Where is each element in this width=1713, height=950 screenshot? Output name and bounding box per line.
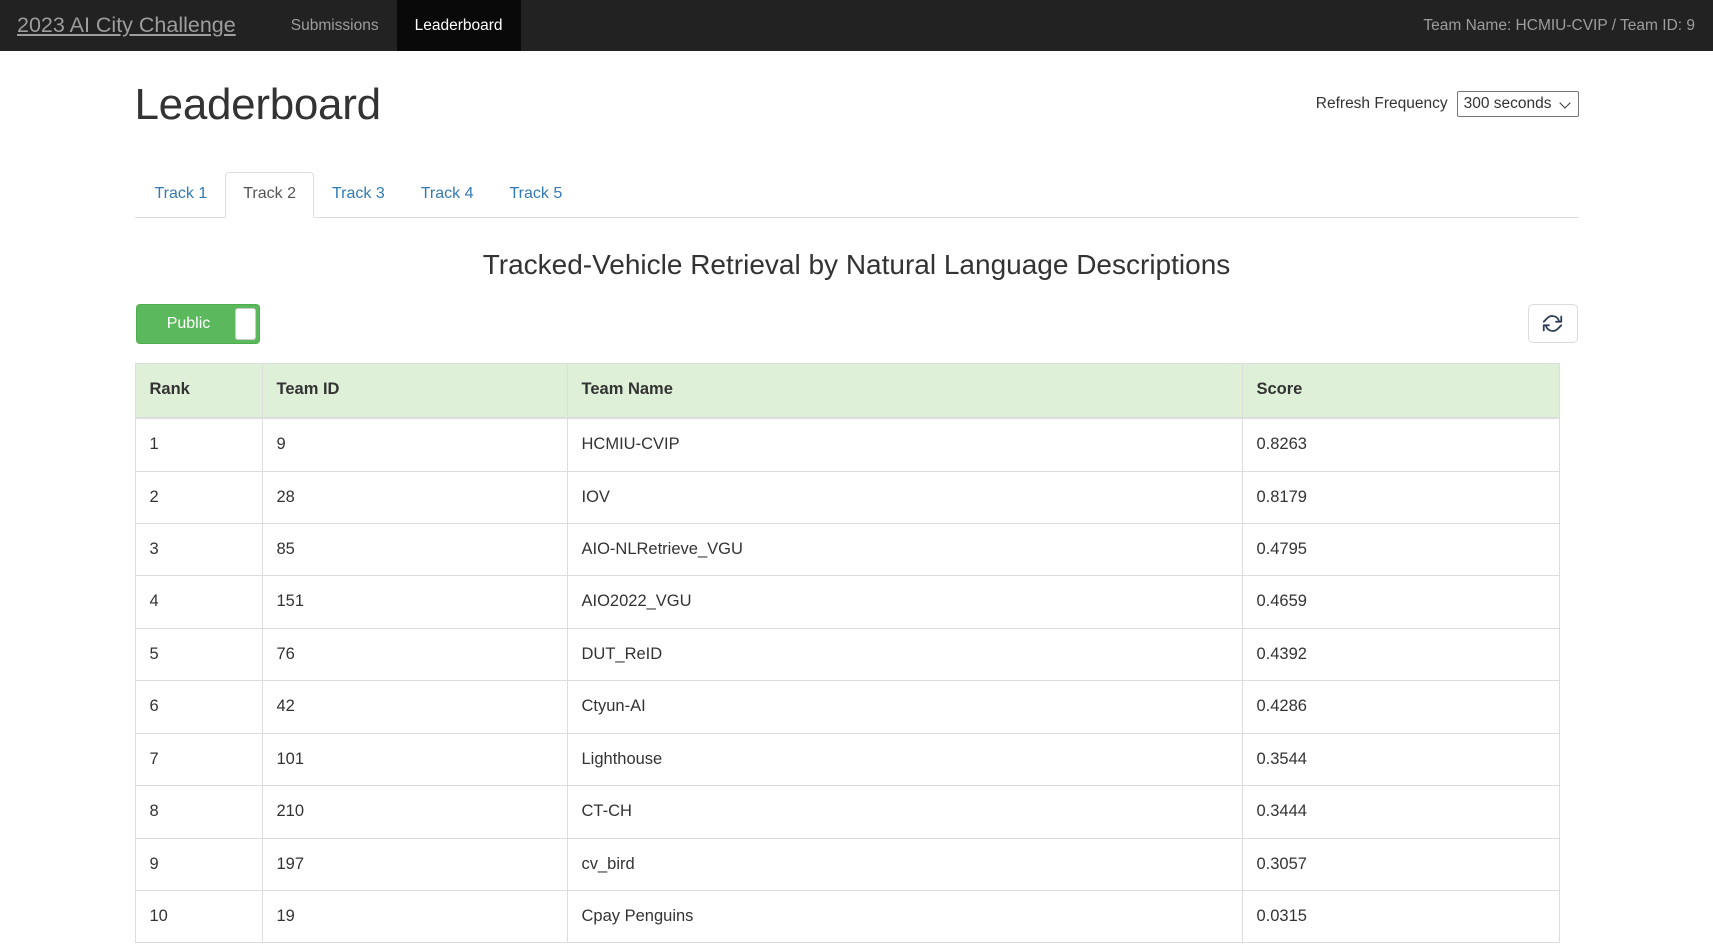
navbar-brand[interactable]: 2023 AI City Challenge — [1, 0, 252, 51]
column-header-team-name[interactable]: Team Name — [566, 362, 1243, 420]
cell-rank: 9 — [134, 837, 263, 891]
cell-team-id: 210 — [261, 785, 568, 839]
cell-rank: 4 — [134, 575, 263, 629]
cell-score: 0.4286 — [1241, 680, 1560, 734]
cell-rank: 10 — [134, 889, 263, 944]
cell-rank: 1 — [134, 417, 263, 472]
cell-team-name: Lighthouse — [566, 732, 1243, 787]
table-row: 3 85 AIO-NLRetrieve_VGU 0.4795 — [134, 522, 1560, 577]
tab-track-1[interactable]: Track 1 — [137, 172, 226, 218]
refresh-frequency-control: Refresh Frequency 300 seconds — [1316, 91, 1579, 129]
column-header-rank[interactable]: Rank — [134, 362, 263, 420]
cell-score: 0.8179 — [1241, 470, 1560, 524]
table-row: 9 197 cv_bird 0.3057 — [134, 837, 1560, 891]
cell-team-id: 101 — [261, 732, 568, 787]
page-header: Leaderboard Refresh Frequency 300 second… — [135, 51, 1579, 129]
table-header-row: Rank Team ID Team Name Score — [134, 362, 1560, 420]
cell-team-id: 42 — [261, 680, 568, 734]
table-body: 1 9 HCMIU-CVIP 0.8263 2 28 IOV 0.8179 3 … — [134, 417, 1560, 944]
chevron-down-icon — [1561, 98, 1572, 109]
column-header-team-id[interactable]: Team ID — [261, 362, 568, 420]
cell-team-name: DUT_ReID — [566, 627, 1243, 682]
tab-track-3[interactable]: Track 3 — [314, 172, 403, 218]
cell-team-name: AIO-NLRetrieve_VGU — [566, 522, 1243, 577]
cell-score: 0.4659 — [1241, 575, 1560, 629]
visibility-toggle-public[interactable]: Public — [135, 303, 260, 344]
cell-rank: 6 — [134, 680, 263, 734]
cell-team-id: 28 — [261, 470, 568, 524]
cell-rank: 5 — [134, 627, 263, 682]
cell-score: 0.3444 — [1241, 785, 1560, 839]
leaderboard-toolbar: Public — [135, 303, 1579, 344]
cell-team-id: 9 — [261, 417, 568, 472]
cell-team-name: AIO2022_VGU — [566, 575, 1243, 629]
table-row: 8 210 CT-CH 0.3444 — [134, 785, 1560, 839]
track-section-title: Tracked-Vehicle Retrieval by Natural Lan… — [482, 249, 1231, 281]
refresh-frequency-value: 300 seconds — [1463, 95, 1552, 113]
cell-rank: 2 — [134, 470, 263, 524]
cell-score: 0.3057 — [1241, 837, 1560, 891]
track-tabs: Track 1 Track 2 Track 3 Track 4 Track 5 — [134, 172, 1579, 219]
cell-score: 0.0315 — [1241, 889, 1560, 944]
table-row: 5 76 DUT_ReID 0.4392 — [134, 627, 1560, 682]
table-head: Rank Team ID Team Name Score — [134, 362, 1560, 420]
page-title: Leaderboard — [134, 80, 382, 129]
navbar-user-info: Team Name: HCMIU-CVIP / Team ID: 9 — [1423, 16, 1695, 34]
refresh-frequency-select[interactable]: 300 seconds — [1456, 91, 1579, 118]
top-navbar: 2023 AI City Challenge Submissions Leade… — [0, 0, 1713, 51]
cell-team-name: Ctyun-AI — [566, 680, 1243, 734]
refresh-frequency-label: Refresh Frequency — [1315, 95, 1448, 113]
tab-track-2[interactable]: Track 2 — [225, 172, 314, 219]
cell-score: 0.8263 — [1241, 417, 1560, 472]
table-row: 1 9 HCMIU-CVIP 0.8263 — [134, 417, 1560, 472]
refresh-icon — [1542, 313, 1563, 334]
table-row: 7 101 Lighthouse 0.3544 — [134, 732, 1560, 787]
table-row: 4 151 AIO2022_VGU 0.4659 — [134, 575, 1560, 629]
toggle-knob — [234, 307, 256, 340]
nav-link-submissions[interactable]: Submissions — [273, 0, 397, 51]
tab-track-5[interactable]: Track 5 — [492, 172, 581, 218]
refresh-button[interactable] — [1527, 304, 1578, 344]
cell-team-name: cv_bird — [566, 837, 1243, 891]
page-container: Leaderboard Refresh Frequency 300 second… — [134, 51, 1579, 944]
table-row: 2 28 IOV 0.8179 — [134, 470, 1560, 524]
cell-score: 0.4795 — [1241, 522, 1560, 577]
tab-track-4[interactable]: Track 4 — [403, 172, 492, 218]
cell-team-name: HCMIU-CVIP — [566, 417, 1243, 472]
cell-team-id: 151 — [261, 575, 568, 629]
table-row: 6 42 Ctyun-AI 0.4286 — [134, 680, 1560, 734]
cell-team-name: IOV — [566, 470, 1243, 524]
cell-team-id: 85 — [261, 522, 568, 577]
column-header-score[interactable]: Score — [1241, 362, 1560, 420]
cell-team-id: 76 — [261, 627, 568, 682]
cell-team-name: Cpay Penguins — [566, 889, 1243, 944]
cell-score: 0.4392 — [1241, 627, 1560, 682]
cell-rank: 3 — [134, 522, 263, 577]
cell-rank: 8 — [134, 785, 263, 839]
cell-team-id: 197 — [261, 837, 568, 891]
cell-team-name: CT-CH — [566, 785, 1243, 839]
nav-link-leaderboard[interactable]: Leaderboard — [396, 0, 521, 51]
cell-team-id: 19 — [261, 889, 568, 944]
leaderboard-table: Rank Team ID Team Name Score 1 9 HCMIU-C… — [134, 362, 1560, 944]
table-row: 10 19 Cpay Penguins 0.0315 — [134, 889, 1560, 944]
cell-rank: 7 — [134, 732, 263, 787]
navbar-links: Submissions Leaderboard — [273, 0, 521, 51]
cell-score: 0.3544 — [1241, 732, 1560, 787]
